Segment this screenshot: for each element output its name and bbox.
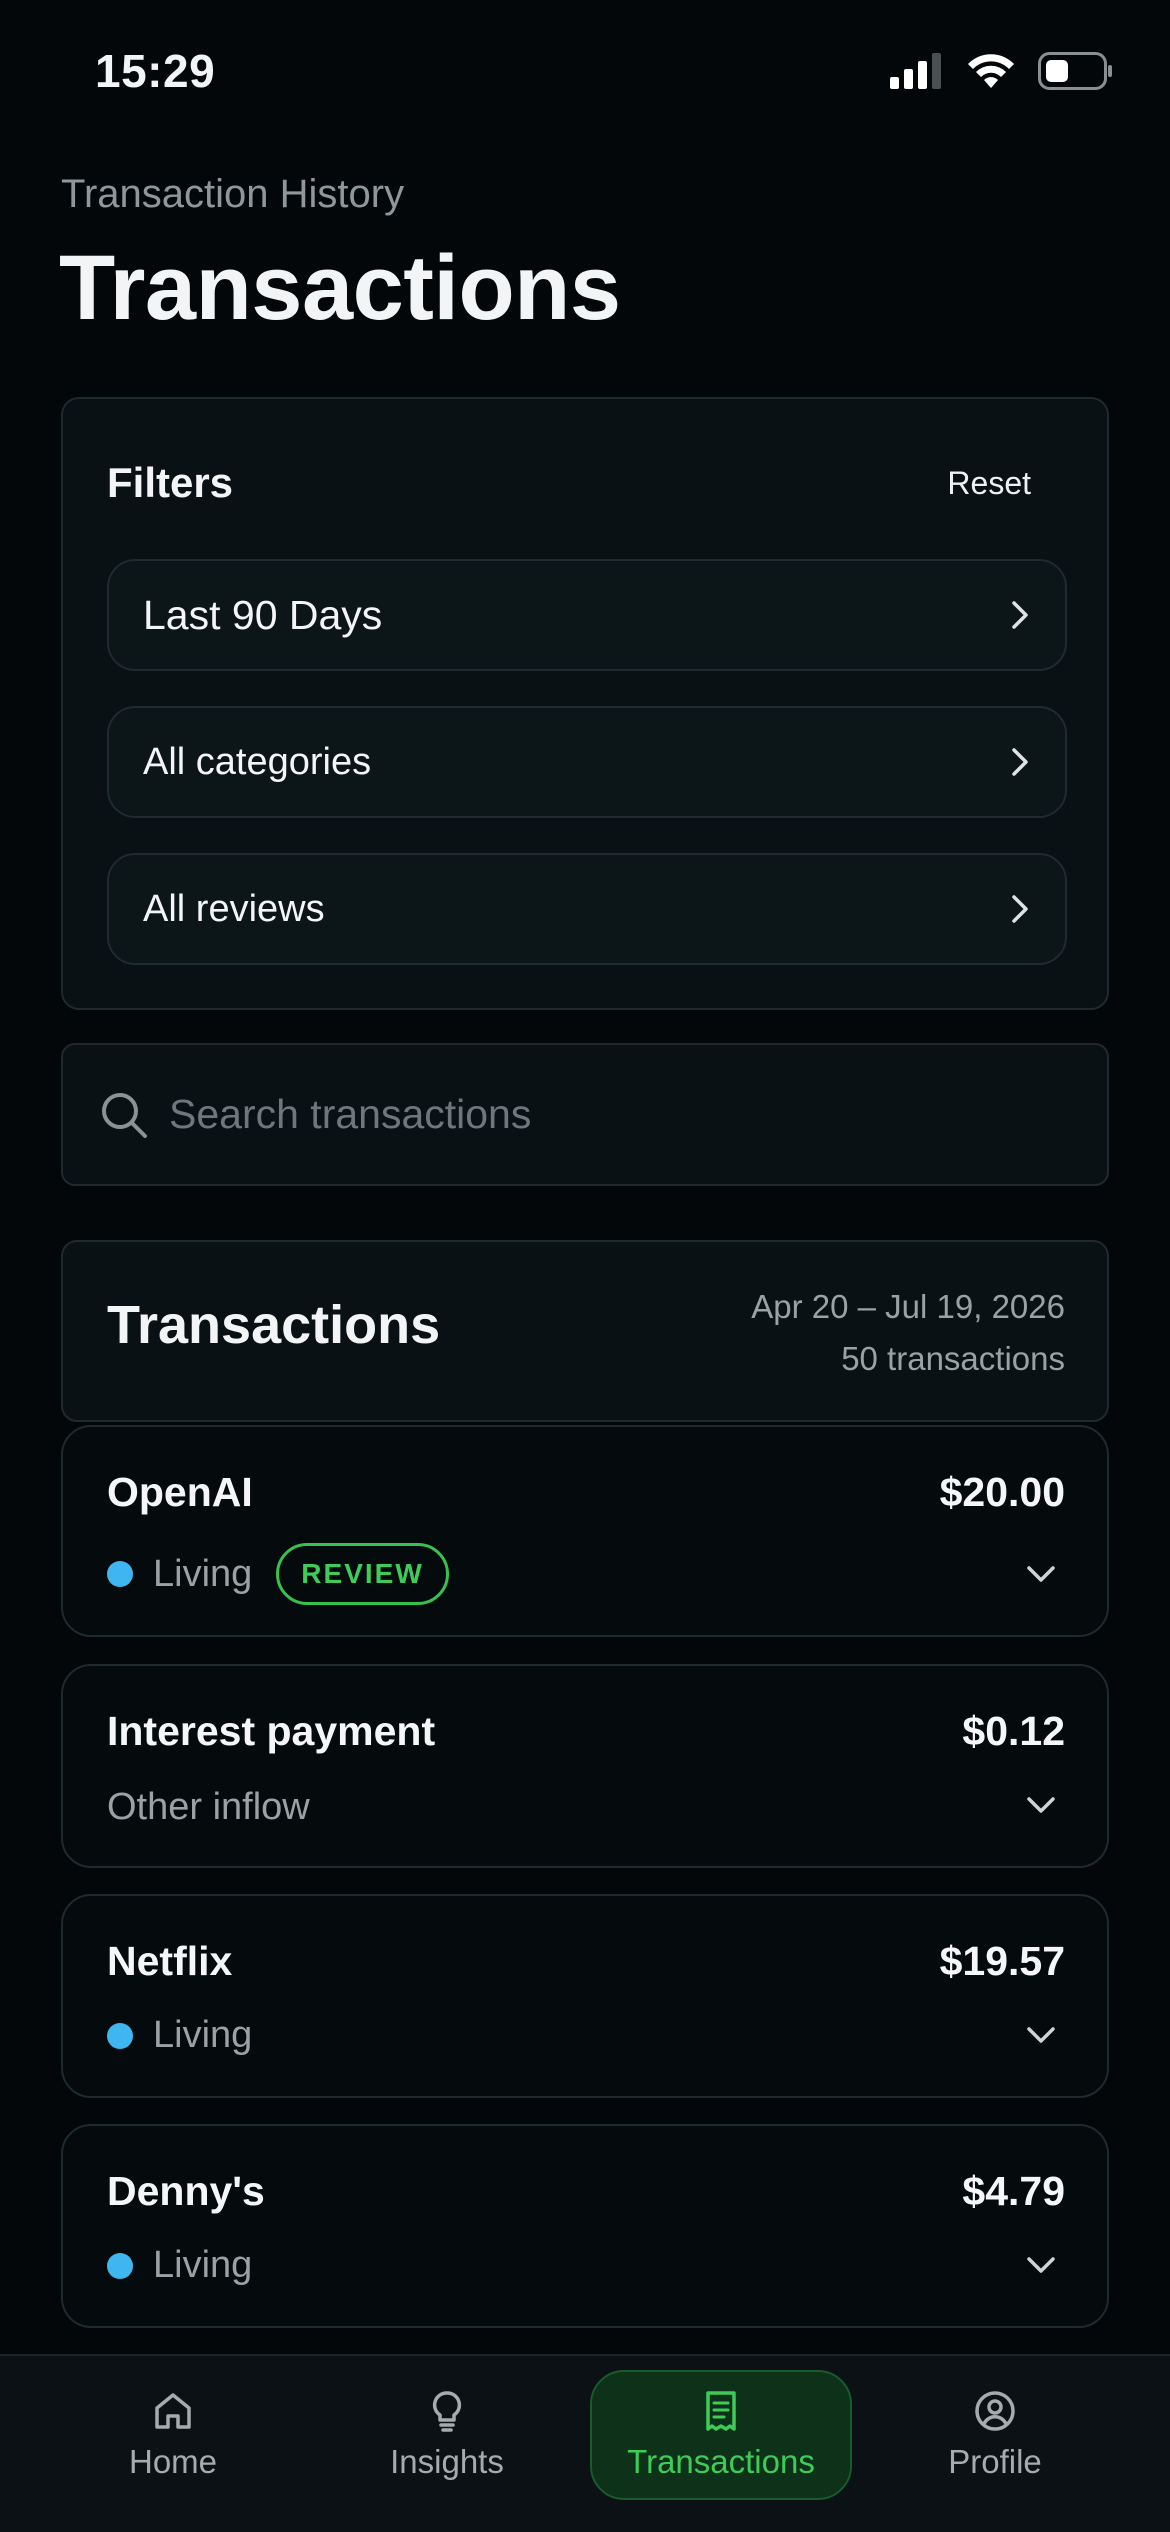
chevron-right-icon	[1012, 601, 1028, 629]
category-dot	[107, 2252, 133, 2279]
transaction-category-label: Other inflow	[107, 1786, 310, 1828]
nav-profile-label: Profile	[948, 2443, 1042, 2480]
nav-insights-label: Insights	[390, 2443, 504, 2480]
transaction-category-label: Living	[153, 2014, 253, 2056]
filter-date-range-label: Last 90 Days	[143, 591, 383, 638]
category-dot	[107, 2022, 133, 2049]
transaction-category-label: Living	[153, 2244, 253, 2286]
battery-icon	[1038, 52, 1112, 90]
transaction-name: Netflix	[107, 1938, 233, 1984]
profile-icon	[975, 2391, 1015, 2431]
filter-categories-label: All categories	[143, 740, 372, 783]
transaction-amount: $19.57	[939, 1938, 1065, 1984]
nav-home[interactable]: Home	[42, 2370, 304, 2500]
nav-profile[interactable]: Profile	[864, 2370, 1126, 2500]
search-input[interactable]	[169, 1091, 1049, 1138]
receipt-icon	[706, 2391, 736, 2431]
app-screen: 15:29 Transaction History Transactions F…	[0, 0, 1170, 2532]
status-icons	[890, 52, 1114, 90]
nav-insights[interactable]: Insights	[316, 2370, 578, 2500]
transaction-count: 50 transactions	[841, 1340, 1065, 1377]
transaction-row[interactable]: Interest payment $0.12 Other inflow	[61, 1664, 1109, 1868]
nav-transactions[interactable]: Transactions	[590, 2370, 852, 2500]
transactions-summary-card: Transactions Apr 20 – Jul 19, 2026 50 tr…	[61, 1240, 1109, 1422]
home-icon	[155, 2393, 191, 2429]
chevron-right-icon	[1012, 748, 1028, 776]
filters-title: Filters	[107, 459, 234, 506]
transaction-category: Living	[107, 2244, 252, 2287]
cellular-signal-icon	[890, 53, 941, 89]
chevron-down-icon[interactable]	[1025, 2024, 1057, 2046]
transaction-category: Other inflow	[107, 1786, 310, 1829]
transaction-category: Living REVIEW	[107, 1543, 449, 1605]
wifi-icon	[968, 54, 1014, 88]
transaction-name: OpenAI	[107, 1469, 253, 1515]
bottom-nav: Home Insights Transactions Profile	[0, 2354, 1170, 2532]
transaction-name: Interest payment	[107, 1708, 436, 1754]
nav-home-label: Home	[128, 2443, 218, 2480]
status-time: 15:29	[95, 45, 216, 97]
filter-categories[interactable]: All categories	[107, 706, 1067, 818]
status-bar: 15:29	[0, 0, 1170, 150]
date-range-label: Apr 20 – Jul 19, 2026	[751, 1288, 1065, 1325]
filter-date-range[interactable]: Last 90 Days	[107, 559, 1067, 671]
transaction-name: Denny's	[107, 2168, 265, 2214]
lightbulb-icon	[432, 2391, 462, 2432]
transaction-row[interactable]: Netflix $19.57 Living	[61, 1894, 1109, 2098]
chevron-right-icon	[1012, 895, 1028, 923]
search-box[interactable]	[61, 1043, 1109, 1186]
transaction-amount: $0.12	[962, 1708, 1065, 1754]
transaction-row[interactable]: OpenAI $20.00 Living REVIEW	[61, 1425, 1109, 1637]
nav-transactions-label: Transactions	[627, 2443, 815, 2480]
transaction-category-label: Living	[153, 1552, 253, 1595]
transaction-amount: $4.79	[962, 2168, 1065, 2214]
chevron-down-icon[interactable]	[1025, 2254, 1057, 2276]
transaction-amount: $20.00	[939, 1469, 1065, 1515]
review-badge: REVIEW	[276, 1543, 449, 1605]
filter-reviews-label: All reviews	[143, 887, 325, 930]
filters-card: Filters Reset Last 90 Days All categorie…	[61, 397, 1109, 1010]
search-icon	[102, 1092, 147, 1138]
transaction-category: Living	[107, 2014, 252, 2057]
reset-filters-button[interactable]: Reset	[947, 465, 1031, 502]
page-subtitle: Transaction History	[61, 172, 405, 216]
transaction-row[interactable]: Denny's $4.79 Living	[61, 2124, 1109, 2328]
filter-reviews[interactable]: All reviews	[107, 853, 1067, 965]
chevron-down-icon[interactable]	[1025, 1563, 1057, 1585]
page-title: Transactions	[59, 237, 621, 339]
chevron-down-icon[interactable]	[1025, 1794, 1057, 1816]
category-dot	[107, 1561, 133, 1587]
transactions-title: Transactions	[107, 1295, 441, 1355]
